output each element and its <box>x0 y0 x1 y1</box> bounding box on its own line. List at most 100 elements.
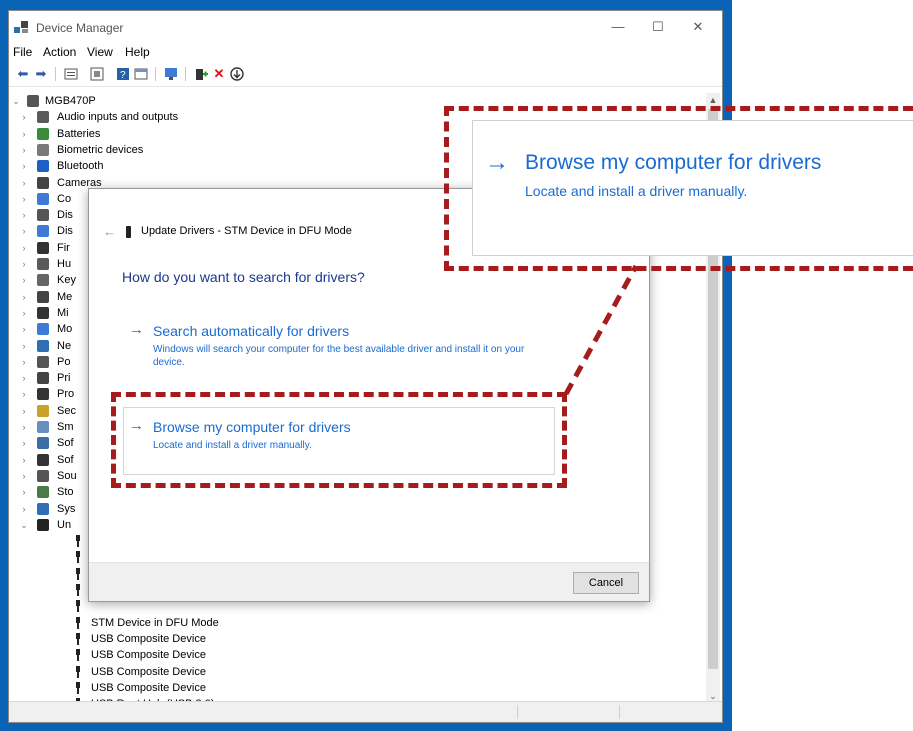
usb-device-label: USB Composite Device <box>91 681 206 694</box>
close-button[interactable]: ✕ <box>684 17 712 37</box>
expand-chevron-icon[interactable]: › <box>19 142 29 158</box>
expand-chevron-icon[interactable]: › <box>19 403 29 419</box>
device-category-icon <box>37 176 49 189</box>
expand-chevron-icon[interactable]: › <box>19 207 29 223</box>
menu-help[interactable]: Help <box>125 45 150 59</box>
forward-arrow-icon[interactable]: ➡ <box>33 66 49 82</box>
tree-item-label: Pro <box>57 388 75 401</box>
expand-chevron-icon[interactable]: › <box>19 419 29 435</box>
tree-item-label: Sof <box>57 437 74 450</box>
tree-item-label: Sm <box>57 421 74 433</box>
device-category-icon <box>37 437 49 450</box>
expand-chevron-icon[interactable]: › <box>19 452 29 468</box>
tree-item-label: Co <box>57 192 72 205</box>
device-category-icon <box>37 388 49 401</box>
device-category-icon <box>37 192 49 205</box>
scroll-up-icon[interactable]: ▲ <box>706 93 720 107</box>
cancel-button[interactable]: Cancel <box>573 572 639 594</box>
menu-action[interactable]: Action <box>43 45 76 59</box>
expand-chevron-icon[interactable]: › <box>19 484 29 500</box>
expand-chevron-icon[interactable]: › <box>19 321 29 337</box>
uninstall-icon[interactable]: ✕ <box>211 66 227 82</box>
tree-item-label: Sof <box>57 453 74 466</box>
update-driver-icon[interactable] <box>193 66 209 82</box>
usb-device-icon <box>75 649 81 662</box>
expand-chevron-icon[interactable]: › <box>19 386 29 402</box>
minimize-button[interactable]: — <box>604 17 632 37</box>
usb-device-icon <box>126 226 131 238</box>
highlight-box-small <box>111 392 567 488</box>
usb-device-icon <box>75 681 81 694</box>
device-category-icon <box>37 372 49 385</box>
tree-item-label: Sou <box>57 469 77 482</box>
expand-chevron-icon[interactable]: › <box>19 501 29 517</box>
expand-chevron-icon[interactable]: › <box>19 223 29 239</box>
expand-chevron-icon[interactable]: › <box>19 175 29 191</box>
expand-chevron-icon[interactable]: › <box>19 305 29 321</box>
expand-chevron-icon[interactable]: › <box>19 272 29 288</box>
device-category-icon <box>37 127 49 140</box>
menu-view[interactable]: View <box>87 45 113 59</box>
tree-item-label: Ne <box>57 339 72 352</box>
device-category-icon <box>37 225 49 238</box>
dialog-question: How do you want to search for drivers? <box>122 269 365 285</box>
expand-chevron-icon[interactable]: › <box>19 338 29 354</box>
device-category-icon <box>37 453 49 466</box>
expand-chevron-icon[interactable]: › <box>19 109 29 125</box>
back-arrow-icon[interactable]: ← <box>103 224 116 239</box>
expand-chevron-icon[interactable]: › <box>19 256 29 272</box>
device-category-icon <box>37 502 49 515</box>
expand-chevron-icon[interactable]: › <box>19 289 29 305</box>
device-category-icon <box>37 339 49 352</box>
tree-item-label: Mo <box>57 323 73 336</box>
usb-device-icon <box>75 584 81 596</box>
device-category-icon <box>37 160 49 173</box>
device-category-icon <box>37 241 49 254</box>
expand-chevron-icon[interactable]: › <box>19 435 29 451</box>
properties-icon[interactable] <box>63 66 79 82</box>
collapse-chevron-icon[interactable]: ⌄ <box>11 93 21 109</box>
title-bar: Device Manager — ☐ ✕ <box>9 11 722 43</box>
device-category-icon <box>37 469 49 482</box>
tree-item-label: Sto <box>57 486 74 499</box>
tree-item-label: Key <box>57 274 76 287</box>
device-category-icon <box>37 323 49 336</box>
tree-item-label: Me <box>57 290 73 303</box>
expand-chevron-icon[interactable]: › <box>19 468 29 484</box>
device-category-icon <box>37 111 49 124</box>
toolbar-separator <box>185 67 186 81</box>
monitor-icon[interactable] <box>163 66 179 82</box>
usb-device-icon <box>75 567 81 580</box>
expand-chevron-icon[interactable]: › <box>19 191 29 207</box>
menu-file[interactable]: File <box>13 45 32 59</box>
usb-device-label: USB Composite Device <box>91 665 206 678</box>
expand-chevron-icon[interactable]: › <box>19 240 29 256</box>
usb-device-icon <box>75 632 81 645</box>
computer-icon <box>27 95 39 107</box>
scan-download-icon[interactable] <box>229 66 245 82</box>
expand-chevron-icon[interactable]: › <box>19 126 29 142</box>
usb-device-label: USB Composite Device <box>91 649 206 662</box>
arrow-right-icon: → <box>129 321 144 338</box>
device-category-icon <box>37 355 49 368</box>
expand-chevron-icon[interactable]: › <box>19 354 29 370</box>
svg-text:?: ? <box>120 70 126 81</box>
device-category-icon <box>37 404 49 417</box>
show-hidden-icon[interactable] <box>89 66 105 82</box>
maximize-button[interactable]: ☐ <box>644 17 672 37</box>
view-icon[interactable] <box>133 66 149 82</box>
tree-item-label: Dis <box>57 209 73 222</box>
back-arrow-icon[interactable]: ⬅ <box>15 66 31 82</box>
toolbar-separator <box>55 67 56 81</box>
tree-item-label: Sys <box>57 502 76 515</box>
toolbar: ⬅ ➡ ? ✕ <box>9 62 722 87</box>
help-icon[interactable]: ? <box>115 66 131 82</box>
usb-device-icon <box>75 600 81 613</box>
device-category-icon <box>37 209 49 222</box>
device-category-icon <box>37 518 49 531</box>
collapse-chevron-icon[interactable]: ⌄ <box>19 517 29 533</box>
expand-chevron-icon[interactable]: › <box>19 158 29 174</box>
tree-item-label: Sec <box>57 404 76 417</box>
status-bar <box>9 701 722 722</box>
expand-chevron-icon[interactable]: › <box>19 370 29 386</box>
